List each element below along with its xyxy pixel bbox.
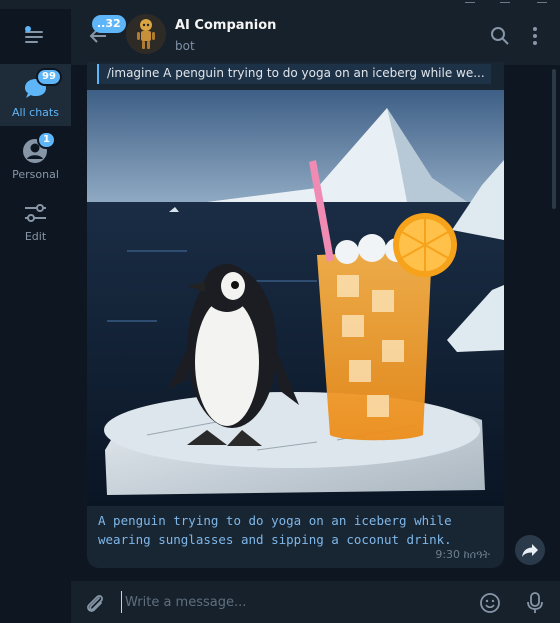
folder-all-chats[interactable]: 99 All chats xyxy=(0,64,71,126)
message-time: 9:30 ከሰዓት xyxy=(435,548,490,561)
main-menu-button[interactable] xyxy=(25,26,45,45)
folder-sidebar: 99 All chats 1 Personal Edit xyxy=(0,9,71,623)
emoji-icon[interactable] xyxy=(479,592,501,614)
folder-badge: 99 xyxy=(36,68,62,86)
folder-label: Personal xyxy=(12,168,59,181)
reply-text: /imagine A penguin trying to do yoga on … xyxy=(107,66,485,80)
forward-icon xyxy=(522,544,538,557)
folder-label: All chats xyxy=(12,106,59,119)
chat-header: ..32 AI Companion bot xyxy=(71,9,560,65)
search-icon[interactable] xyxy=(490,26,510,46)
chat-title: AI Companion xyxy=(175,18,277,33)
window-titlebar xyxy=(0,0,560,9)
folder-label: Edit xyxy=(24,230,47,243)
generated-image[interactable] xyxy=(87,90,504,506)
maximize-icon[interactable] xyxy=(500,0,510,3)
forward-button[interactable] xyxy=(515,535,545,565)
more-vertical-icon[interactable] xyxy=(525,26,545,46)
scrollbar[interactable] xyxy=(552,69,556,209)
reply-preview[interactable]: /imagine A penguin trying to do yoga on … xyxy=(97,64,491,84)
bot-avatar[interactable] xyxy=(126,14,166,54)
folder-badge: 1 xyxy=(37,131,56,149)
paperclip-icon[interactable] xyxy=(84,592,106,614)
minimize-icon[interactable] xyxy=(465,0,475,3)
unread-dot xyxy=(25,26,31,32)
microphone-icon[interactable] xyxy=(526,591,544,615)
folder-personal[interactable]: 1 Personal xyxy=(0,126,71,188)
message-bubble[interactable]: /imagine A penguin trying to do yoga on … xyxy=(87,62,504,568)
message-composer xyxy=(71,581,560,623)
robot-icon xyxy=(126,14,166,54)
chat-subtitle: bot xyxy=(175,39,195,53)
close-icon[interactable] xyxy=(537,0,547,3)
message-caption: A penguin trying to do yoga on an iceber… xyxy=(98,513,452,547)
sliders-icon xyxy=(25,204,46,222)
message-input[interactable] xyxy=(121,591,461,613)
folder-edit[interactable]: Edit xyxy=(0,188,71,250)
unread-count-badge: ..32 xyxy=(92,15,126,33)
message-list[interactable]: /imagine A penguin trying to do yoga on … xyxy=(71,62,560,581)
